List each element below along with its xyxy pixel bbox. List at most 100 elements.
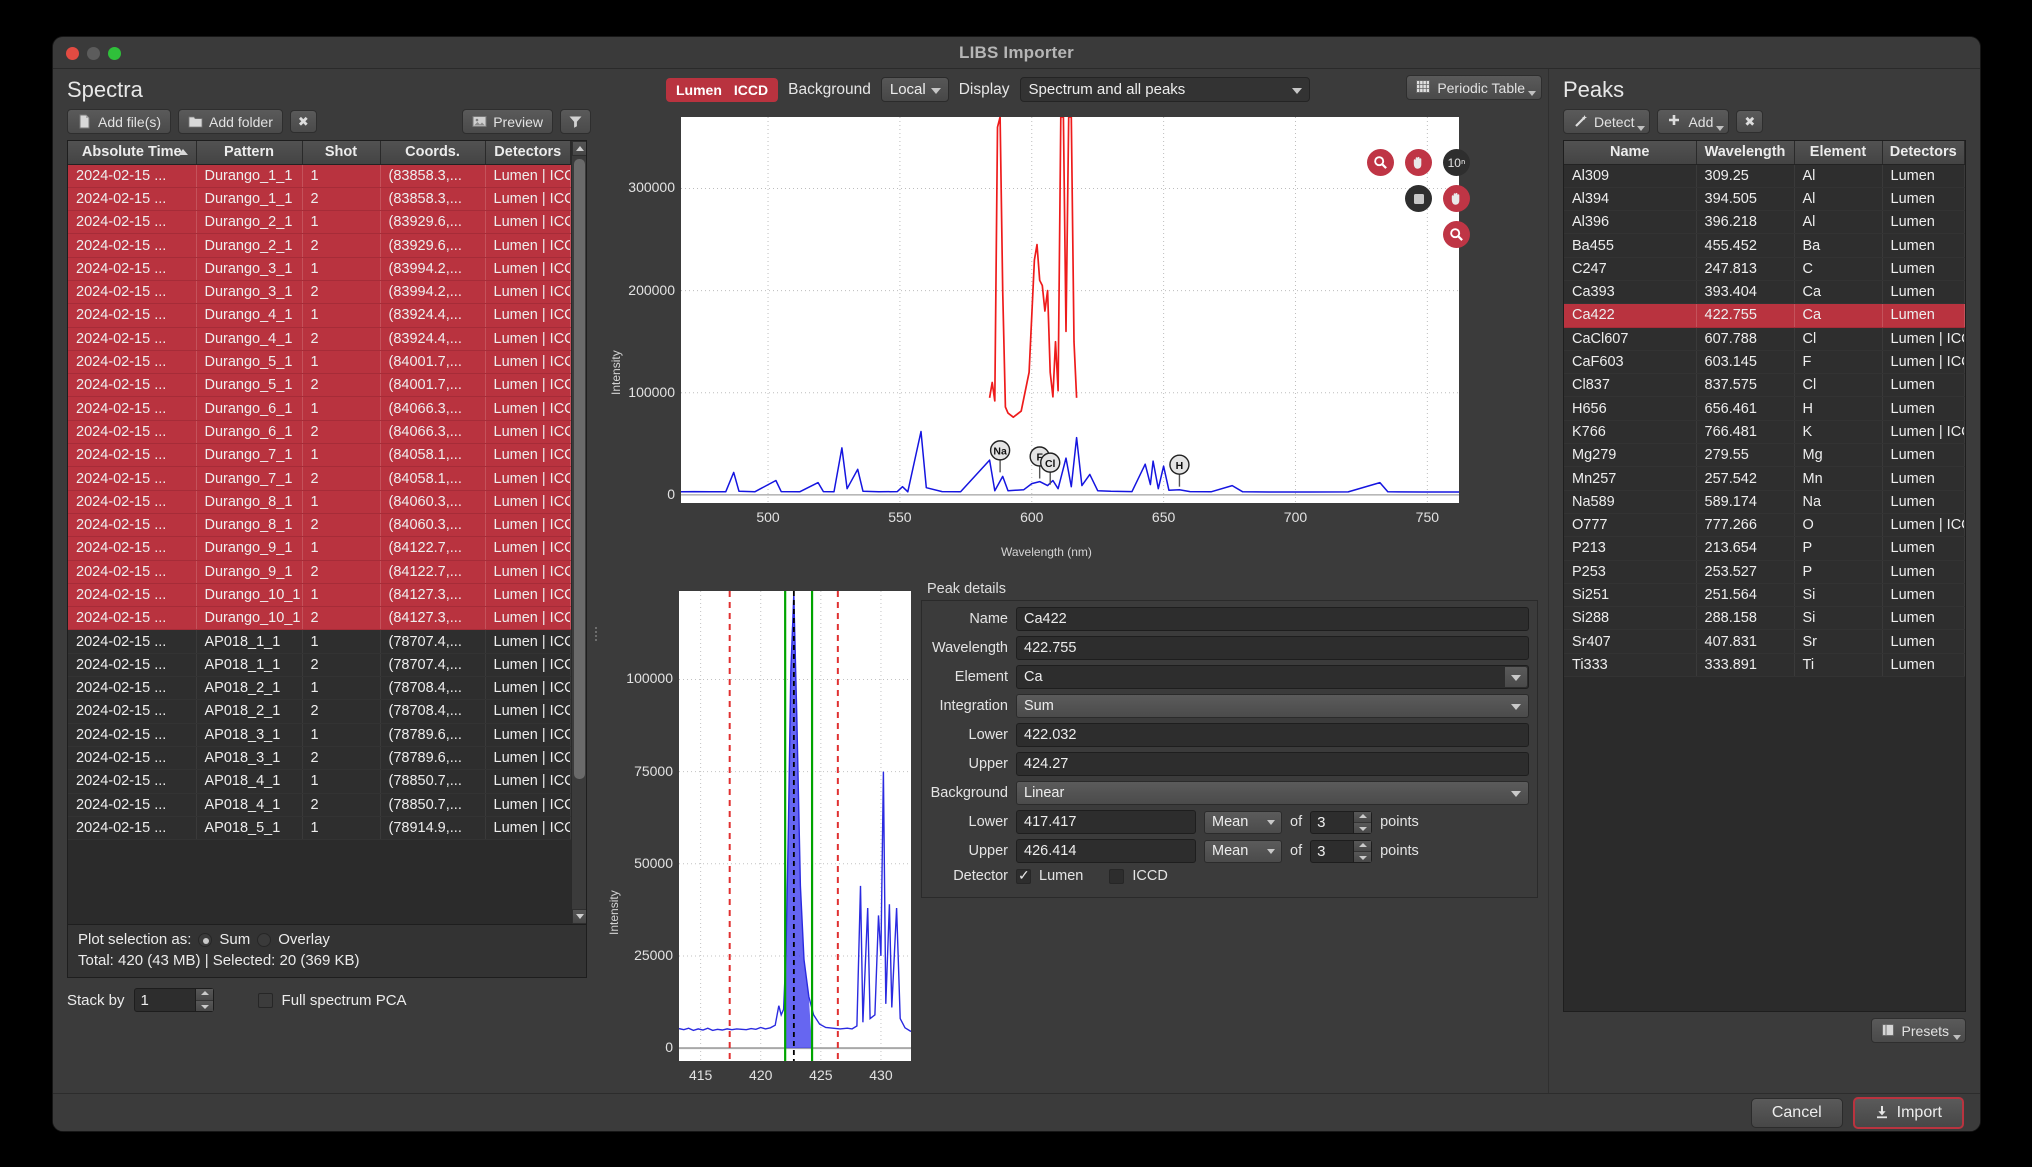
- filter-button[interactable]: [560, 109, 591, 134]
- zoom-out-button[interactable]: [1443, 221, 1470, 248]
- table-row[interactable]: 2024-02-15 ... AP018_3_1 2 (78789.6,... Lume…: [68, 746, 571, 771]
- table-row[interactable]: Sr407 407.831 Sr Lumen: [1564, 629, 1965, 654]
- window-controls[interactable]: [66, 47, 121, 60]
- spectra-table[interactable]: Absolute Time Pattern Shot Coords. Detec…: [67, 140, 587, 925]
- table-row[interactable]: K766766.481KLumen | ICCD: [1564, 420, 1965, 445]
- peaks-table-header[interactable]: Name Wavelength Element Detectors: [1564, 141, 1965, 165]
- log-scale-button[interactable]: 10ⁿ: [1443, 149, 1470, 176]
- detail-plot-canvas[interactable]: [679, 591, 911, 1061]
- table-row[interactable]: 2024-02-15 ... Durango_9_1 1 (84122.7,... Lu…: [68, 536, 571, 561]
- column-header-name[interactable]: Name: [1564, 141, 1697, 165]
- detector-pill[interactable]: Lumen ICCD: [666, 77, 779, 102]
- detector-lumen-checkbox[interactable]: [1016, 867, 1031, 884]
- add-files-button[interactable]: Add file(s): [67, 109, 172, 134]
- table-row[interactable]: 2024-02-15 ... Durango_9_1 2 (84122.7,... Lu…: [68, 560, 571, 584]
- table-row[interactable]: 2024-02-15 ... AP018_1_1 1 (78707.4,... Lume…: [68, 629, 571, 654]
- table-row[interactable]: 2024-02-15 ... Durango_8_1 1 (84060.3,... Lu…: [68, 490, 571, 514]
- table-row[interactable]: 2024-02-15 ... AP018_4_1 2 (78850.7,... Lume…: [68, 793, 571, 817]
- preview-button[interactable]: Preview: [462, 109, 553, 134]
- integration-upper-input[interactable]: 424.27: [1016, 752, 1529, 776]
- bg-lower-points-increment[interactable]: [1354, 811, 1372, 823]
- stack-by-decrement[interactable]: [195, 1000, 213, 1011]
- scrollbar-thumb[interactable]: [574, 159, 585, 779]
- stack-by-value[interactable]: 1: [135, 989, 195, 1011]
- splitter-handle[interactable]: [591, 625, 600, 641]
- table-row[interactable]: CaCl607607.788ClLumen | ICCD: [1564, 327, 1965, 351]
- table-row[interactable]: Mg279 279.55 Mg Lumen: [1564, 443, 1965, 468]
- table-row[interactable]: Ca393 393.404 Ca Lumen: [1564, 280, 1965, 305]
- table-row[interactable]: Ba455 455.452 Ba Lumen: [1564, 233, 1965, 258]
- bg-lower-points-decrement[interactable]: [1354, 822, 1372, 833]
- spectra-table-scrollbar[interactable]: [571, 141, 586, 924]
- table-row[interactable]: 2024-02-15 ... AP018_2_1 1 (78708.4,... Lume…: [68, 676, 571, 701]
- detector-lumen-badge[interactable]: Lumen: [676, 82, 722, 98]
- peaks-table[interactable]: Name Wavelength Element Detectors Al309 3…: [1563, 140, 1966, 1012]
- integration-lower-input[interactable]: 422.032: [1016, 723, 1529, 747]
- remove-peak-button[interactable]: ✖: [1736, 110, 1764, 133]
- bg-upper-input[interactable]: 426.414: [1016, 839, 1196, 863]
- table-row[interactable]: 2024-02-15 ... Durango_5_1 2 (84001.7,... Lu…: [68, 373, 571, 398]
- column-header-absolute-time[interactable]: Absolute Time: [68, 141, 197, 165]
- minimize-window-button[interactable]: [87, 47, 100, 60]
- full-spectrum-pca-checkbox[interactable]: [257, 992, 273, 1008]
- bg-upper-points-decrement[interactable]: [1354, 851, 1372, 862]
- table-row[interactable]: P253 253.527 P Lumen: [1564, 560, 1965, 584]
- reset-view-button[interactable]: [1405, 185, 1432, 212]
- scroll-up-button[interactable]: [572, 141, 586, 156]
- main-plot-canvas[interactable]: Na F Cl H: [681, 117, 1459, 503]
- table-row[interactable]: 2024-02-15 ... Durango_3_1 2 (83994.2,... Lu…: [68, 280, 571, 305]
- table-row[interactable]: Al396 396.218 Al Lumen: [1564, 210, 1965, 235]
- cancel-button[interactable]: Cancel: [1750, 1097, 1843, 1128]
- table-row[interactable]: Mn257 257.542 Mn Lumen: [1564, 466, 1965, 491]
- background-select[interactable]: Local: [880, 77, 949, 102]
- column-header-coords[interactable]: Coords.: [380, 141, 486, 165]
- table-row[interactable]: 2024-02-15 ... AP018_1_1 2 (78707.4,... Lume…: [68, 653, 571, 678]
- remove-spectra-button[interactable]: ✖: [289, 110, 317, 133]
- table-row[interactable]: Si251 251.564 Si Lumen: [1564, 583, 1965, 608]
- table-row[interactable]: 2024-02-15 ... AP018_3_1 1 (78789.6,... Lume…: [68, 723, 571, 747]
- import-button[interactable]: Import: [1852, 1096, 1964, 1129]
- table-row[interactable]: 2024-02-15 ... Durango_5_1 1 (84001.7,... Lu…: [68, 350, 571, 375]
- main-spectrum-plot[interactable]: Intensity Wavelength (nm) 0 100000 200000 3…: [601, 105, 1481, 575]
- table-row[interactable]: Ca422 422.755 Ca Lumen: [1564, 303, 1965, 328]
- pan-button[interactable]: [1405, 149, 1432, 176]
- table-row[interactable]: 2024-02-15 ... Durango_2_1 2 (83929.6,... Lu…: [68, 233, 571, 258]
- add-peak-button[interactable]: Add: [1657, 109, 1730, 134]
- table-row[interactable]: 2024-02-15 ... Durango_10_1 1 (84127.3,... L…: [68, 583, 571, 608]
- peak-integration-select[interactable]: Sum: [1016, 694, 1529, 718]
- table-row[interactable]: 2024-02-15 ... Durango_4_1 1 (83924.4,... Lu…: [68, 303, 571, 328]
- bg-upper-points-stepper[interactable]: 3: [1310, 839, 1373, 863]
- table-row[interactable]: P213 213.654 P Lumen: [1564, 536, 1965, 561]
- table-row[interactable]: Al394 394.505 Al Lumen: [1564, 187, 1965, 212]
- table-row[interactable]: 2024-02-15 ... Durango_7_1 2 (84058.1,... Lu…: [68, 466, 571, 491]
- detector-iccd-checkbox[interactable]: [1109, 868, 1125, 884]
- table-row[interactable]: Na589 589.174 Na Lumen: [1564, 490, 1965, 514]
- bg-lower-points-value[interactable]: 3: [1311, 812, 1353, 833]
- table-row[interactable]: 2024-02-15 ... AP018_2_1 2 (78708.4,... Lume…: [68, 699, 571, 724]
- detect-peaks-button[interactable]: Detect: [1563, 109, 1651, 134]
- table-row[interactable]: C247 247.813 C Lumen: [1564, 257, 1965, 281]
- table-row[interactable]: 2024-02-15 ... Durango_7_1 1 (84058.1,... Lu…: [68, 443, 571, 468]
- bg-upper-points-increment[interactable]: [1354, 840, 1372, 852]
- table-row[interactable]: 2024-02-15 ... Durango_6_1 2 (84066.3,... Lu…: [68, 420, 571, 445]
- peak-name-input[interactable]: Ca422: [1016, 607, 1529, 631]
- scroll-down-button[interactable]: [572, 909, 586, 924]
- table-row[interactable]: Al309 309.25 Al Lumen: [1564, 164, 1965, 188]
- column-header-shot[interactable]: Shot: [302, 141, 381, 165]
- bg-lower-input[interactable]: 417.417: [1016, 810, 1196, 834]
- column-header-detectors[interactable]: Detectors: [485, 141, 571, 165]
- table-row[interactable]: 2024-02-15 ... Durango_8_1 2 (84060.3,... Lu…: [68, 513, 571, 538]
- plot-sum-radio[interactable]: [198, 932, 213, 947]
- table-row[interactable]: 2024-02-15 ... Durango_1_1 1 (83858.3,... Lu…: [68, 164, 571, 188]
- zoom-in-button[interactable]: [1367, 149, 1394, 176]
- stack-by-increment[interactable]: [195, 989, 213, 1001]
- table-row[interactable]: 2024-02-15 ... AP018_4_1 1 (78850.7,... Lume…: [68, 769, 571, 794]
- column-header-element[interactable]: Element: [1794, 141, 1883, 165]
- peak-wavelength-input[interactable]: 422.755: [1016, 636, 1529, 660]
- table-row[interactable]: Cl837 837.575 Cl Lumen: [1564, 373, 1965, 398]
- bg-upper-stat-select[interactable]: Mean: [1204, 839, 1282, 863]
- column-header-pattern[interactable]: Pattern: [196, 141, 303, 165]
- peak-background-select[interactable]: Linear: [1016, 781, 1529, 805]
- table-row[interactable]: Si288 288.158 Si Lumen: [1564, 606, 1965, 631]
- close-window-button[interactable]: [66, 47, 79, 60]
